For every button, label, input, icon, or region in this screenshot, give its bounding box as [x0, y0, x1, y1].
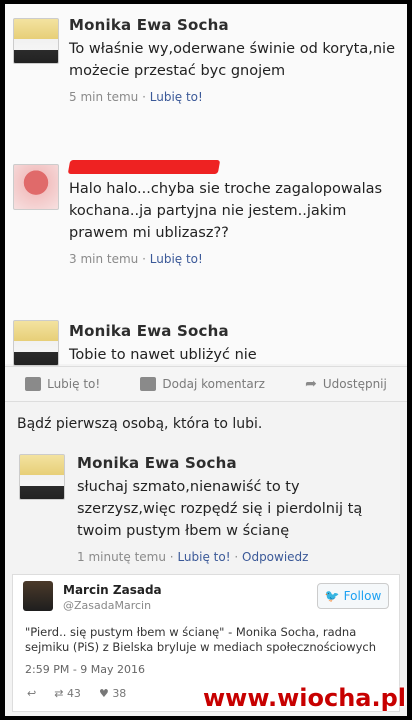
comment-author[interactable]: Monika Ewa Socha: [77, 454, 393, 472]
thumbs-up-icon: [25, 377, 42, 391]
comment-3: Monika Ewa Socha Tobie to nawet ubliżyć …: [69, 322, 399, 366]
screenshot-frame: Monika Ewa Socha To właśnie wy,oderwane …: [5, 4, 407, 716]
first-like-text: Bądź pierwszą osobą, która to lubi.: [17, 416, 263, 432]
reply-comment: Monika Ewa Socha słuchaj szmato,nienawiś…: [77, 454, 393, 564]
comment-1: Monika Ewa Socha To właśnie wy,oderwane …: [69, 16, 399, 104]
tweet-author-name[interactable]: Marcin Zasada: [63, 583, 162, 597]
comment-time[interactable]: 1 minutę temu: [77, 550, 166, 564]
tweet-handle[interactable]: @ZasadaMarcin: [63, 599, 151, 612]
comment-text: słuchaj szmato,nienawiść to ty szerzysz,…: [77, 479, 363, 539]
like-button[interactable]: Lubię to!: [25, 377, 100, 391]
add-comment-button[interactable]: Dodaj komentarz: [140, 377, 265, 391]
follow-label: Follow: [343, 589, 382, 603]
comment-author[interactable]: Monika Ewa Socha: [69, 16, 399, 34]
separator-dot: ·: [142, 252, 150, 266]
like-button[interactable]: ♥ 38: [99, 687, 126, 700]
heart-icon: ♥: [98, 687, 109, 700]
separator-dot: ·: [234, 550, 242, 564]
retweet-button[interactable]: ⇄ 43: [54, 687, 81, 700]
comment-meta: 1 minutę temu · Lubię to! · Odpowiedz: [77, 550, 393, 564]
comment-label: Dodaj komentarz: [162, 377, 265, 391]
comment-text: Tobie to nawet ubliżyć nie: [69, 347, 257, 363]
comment-icon: [140, 377, 157, 391]
like-label: Lubię to!: [47, 377, 101, 391]
like-count: 38: [112, 687, 127, 700]
share-button[interactable]: ➦ Udostępnij: [305, 376, 387, 392]
comment-time[interactable]: 5 min temu: [69, 90, 138, 104]
comment-author[interactable]: Monika Ewa Socha: [69, 322, 399, 340]
watermark: www.wiocha.pl: [202, 684, 406, 712]
reply-link[interactable]: Odpowiedz: [242, 550, 308, 564]
avatar[interactable]: [19, 454, 65, 500]
like-link[interactable]: Lubię to!: [150, 90, 203, 104]
avatar-redacted[interactable]: [13, 164, 59, 210]
retweet-icon: ⇄: [54, 687, 64, 700]
tweet-actions: ↩ ⇄ 43 ♥ 38: [27, 687, 126, 700]
avatar[interactable]: [13, 18, 59, 64]
follow-button[interactable]: 🐦 Follow: [317, 583, 389, 609]
share-arrow-icon: ➦: [305, 376, 317, 392]
comment-text: Halo halo...chyba sie troche zagalopowal…: [69, 181, 383, 241]
comment-2: Halo halo...chyba sie troche zagalopowal…: [67, 160, 399, 266]
avatar[interactable]: [13, 320, 59, 366]
tweet-avatar[interactable]: [23, 581, 53, 611]
tweet-timestamp[interactable]: 2:59 PM - 9 May 2016: [25, 663, 145, 676]
redacted-author: [67, 160, 221, 174]
comment-meta: 3 min temu · Lubię to!: [69, 252, 399, 266]
comment-text: To właśnie wy,oderwane świnie od koryta,…: [69, 41, 396, 79]
like-link[interactable]: Lubię to!: [177, 550, 230, 564]
tweet-text: "Pierd.. się pustym łbem w ścianę" - Mon…: [25, 625, 377, 654]
post-action-bar: Lubię to! Dodaj komentarz ➦ Udostępnij: [5, 366, 407, 402]
separator-dot: ·: [142, 90, 150, 104]
comment-time[interactable]: 3 min temu: [69, 252, 138, 266]
retweet-count: 43: [66, 687, 81, 700]
reply-icon[interactable]: ↩: [27, 687, 36, 700]
comment-meta: 5 min temu · Lubię to!: [69, 90, 399, 104]
comments-panel: Monika Ewa Socha To właśnie wy,oderwane …: [5, 4, 407, 366]
twitter-bird-icon: 🐦: [324, 589, 340, 603]
share-label: Udostępnij: [322, 377, 387, 391]
like-link[interactable]: Lubię to!: [150, 252, 203, 266]
